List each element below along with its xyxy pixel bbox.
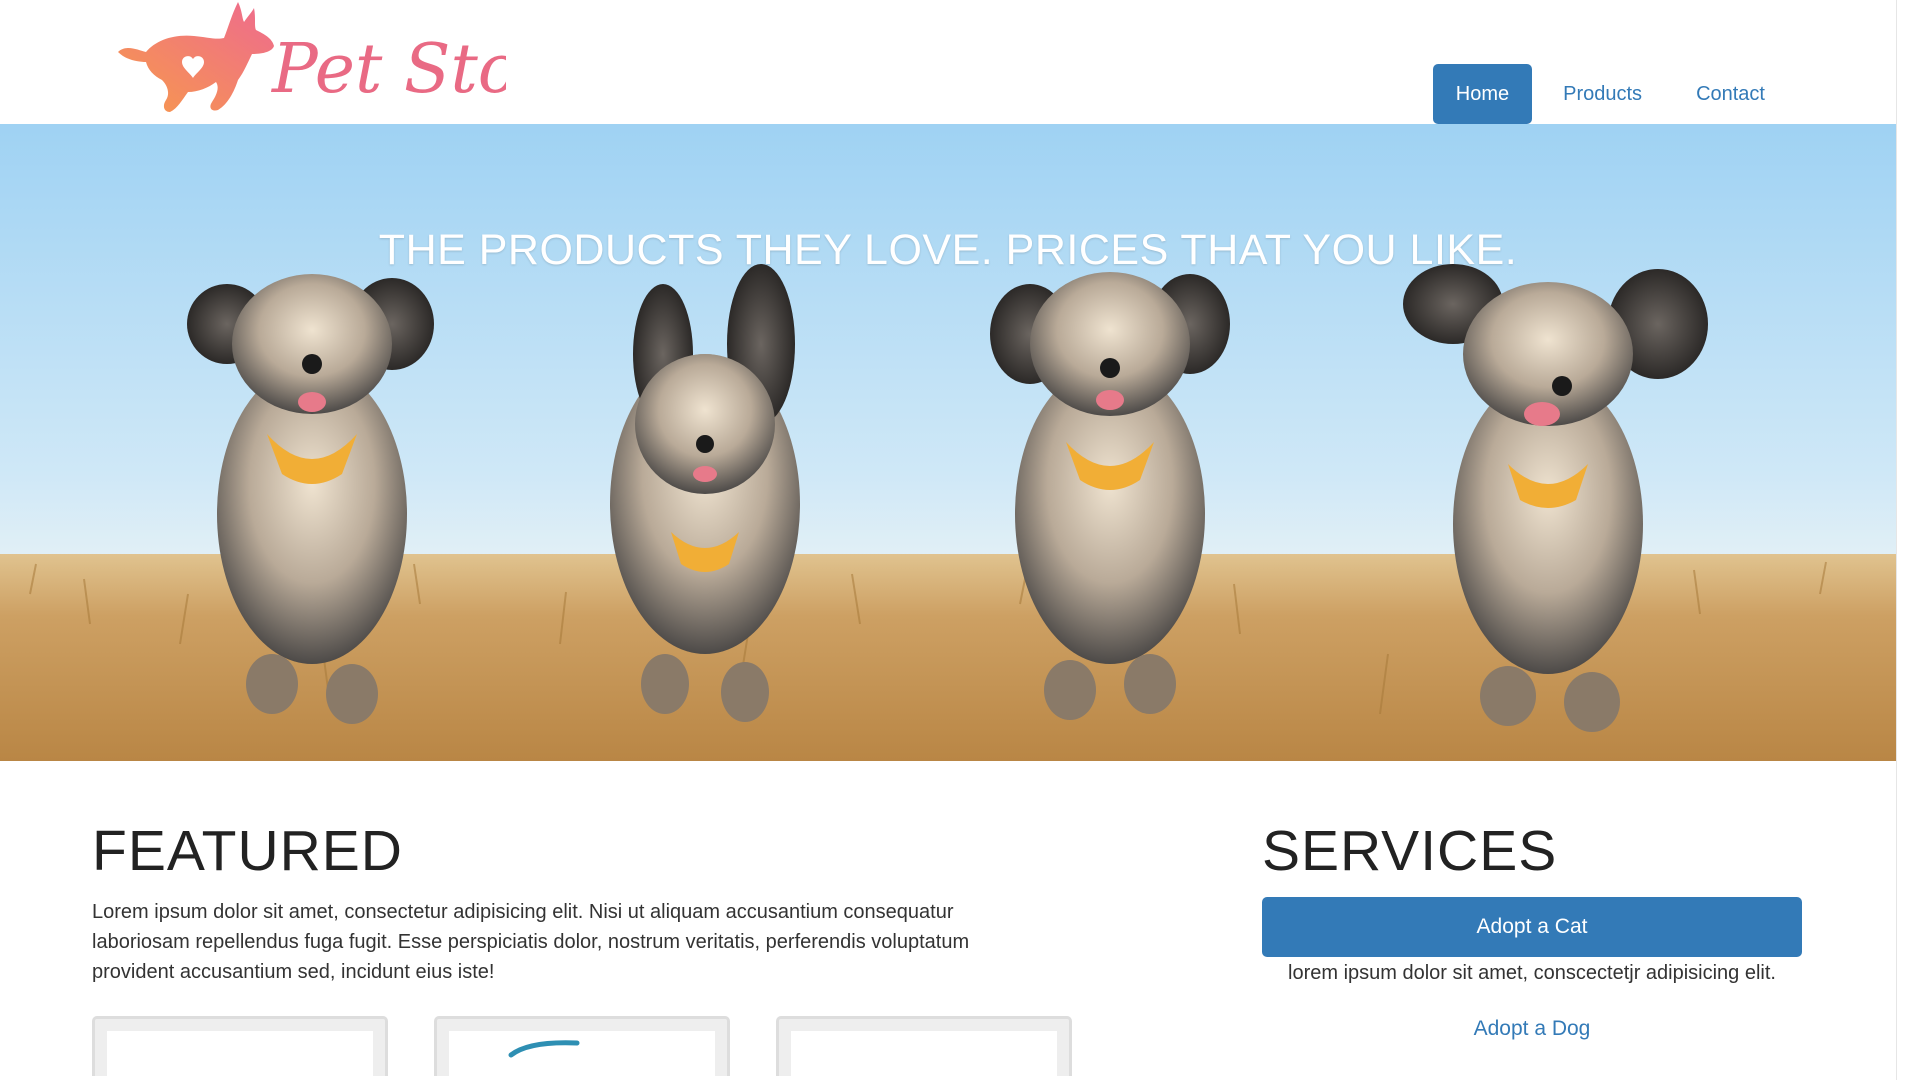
services-title: SERVICES <box>1262 819 1558 883</box>
dog-heart-logo-icon: Pet Store <box>118 2 506 112</box>
navbar: Pet Store Home Products Contact <box>0 0 1896 124</box>
page: Pet Store Home Products Contact <box>0 0 1920 1080</box>
featured-thumbnail[interactable] <box>92 1016 388 1076</box>
thumbnail-image <box>107 1031 373 1076</box>
nav-contact[interactable]: Contact <box>1673 64 1788 124</box>
hero-tagline: THE PRODUCTS THEY LOVE. PRICES THAT YOU … <box>378 226 1518 274</box>
brand-logo-link[interactable]: Pet Store <box>116 0 506 118</box>
adopt-cat-button[interactable]: Adopt a Cat <box>1262 896 1802 957</box>
featured-title: FEATURED <box>92 819 403 883</box>
featured-thumbnail[interactable] <box>776 1016 1072 1076</box>
nav-products[interactable]: Products <box>1540 64 1665 124</box>
hero-banner: THE PRODUCTS THEY LOVE. PRICES THAT YOU … <box>0 124 1896 761</box>
nav-home[interactable]: Home <box>1432 64 1533 124</box>
featured-text: Lorem ipsum dolor sit amet, consectetur … <box>92 900 970 983</box>
featured-thumbnails <box>92 1016 1072 1076</box>
thumbnail-image <box>449 1031 715 1076</box>
featured-thumbnail[interactable] <box>434 1016 730 1076</box>
page-scrollbar[interactable] <box>1896 0 1920 1080</box>
main-nav: Home Products Contact <box>1432 64 1788 124</box>
thumbnail-image <box>791 1031 1057 1076</box>
running-dogs-image <box>0 124 1896 761</box>
service-description: lorem ipsum dolor sit amet, conscectetjr… <box>1288 961 1776 984</box>
adopt-dog-link[interactable]: Adopt a Dog <box>1262 1017 1802 1041</box>
services-section: SERVICES Adopt a Cat lorem ipsum dolor s… <box>1262 820 1802 1041</box>
brand-name: Pet Store <box>270 30 506 109</box>
leash-product-icon <box>508 1040 580 1058</box>
featured-section: FEATURED Lorem ipsum dolor sit amet, con… <box>92 819 1082 1076</box>
